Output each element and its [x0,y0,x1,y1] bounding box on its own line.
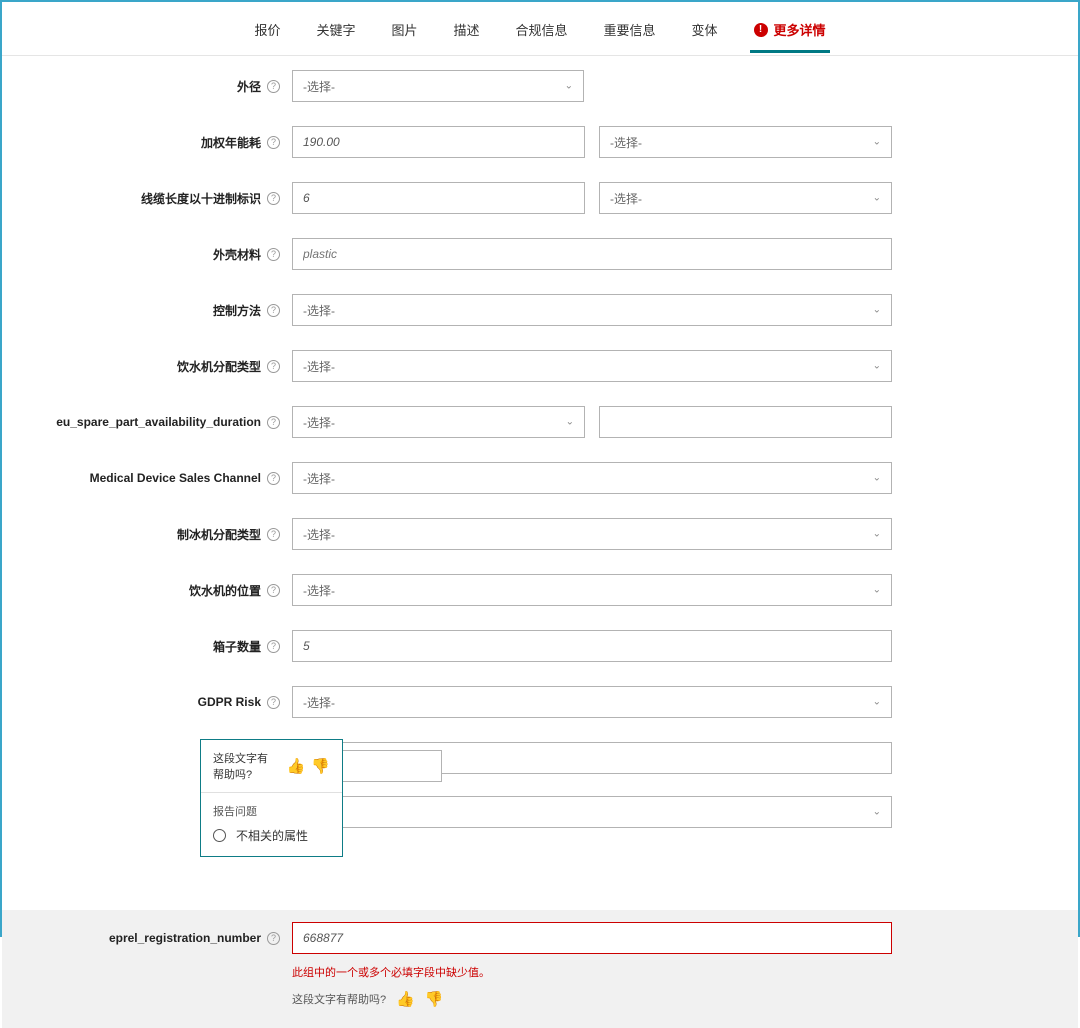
chevron-down-icon: ⌄ [873,585,881,596]
obscured-select[interactable]: ⌄ [292,796,892,828]
cord-length-input[interactable] [292,182,585,214]
tab-bar: 报价 关键字 图片 描述 合规信息 重要信息 变体 ! 更多详情 [2,2,1078,56]
eprel-error-text: 此组中的一个或多个必填字段中缺少值。 [292,964,892,980]
label-shell-material: 外壳材料 [213,246,261,263]
tab-vital[interactable]: 重要信息 [600,4,660,53]
thumbs-down-icon[interactable]: 👎 [425,990,444,1008]
label-ice-dispense-type: 制冰机分配类型 [177,526,261,543]
label-water-position: 饮水机的位置 [189,582,261,599]
weighted-energy-unit-select[interactable]: -选择- ⌄ [599,126,892,158]
water-dispense-type-select[interactable]: -选择- ⌄ [292,350,892,382]
chevron-down-icon: ⌄ [873,361,881,372]
tab-offer[interactable]: 报价 [250,4,284,53]
label-eu-spare: eu_spare_part_availability_duration [56,415,261,429]
tab-label: 更多详情 [774,20,826,39]
popover-helpful-text: 这段文字有帮助吗? [213,750,279,782]
gdpr-select[interactable]: -选择- ⌄ [292,686,892,718]
chevron-down-icon: ⌄ [873,529,881,540]
help-icon[interactable]: ? [267,360,280,373]
label-weighted-energy: 加权年能耗 [201,134,261,151]
radio-icon [213,829,226,842]
helpful-prompt: 这段文字有帮助吗? 👍 👎 [292,990,892,1008]
help-icon[interactable]: ? [267,528,280,541]
ice-dispense-type-select[interactable]: -选择- ⌄ [292,518,892,550]
label-eprel: eprel_registration_number [109,931,261,945]
eu-spare-input[interactable] [599,406,892,438]
shell-material-input[interactable] [292,238,892,270]
help-icon[interactable]: ? [267,136,280,149]
tab-description[interactable]: 描述 [449,4,483,53]
tab-variants[interactable]: 变体 [688,4,722,53]
outer-diameter-select[interactable]: -选择- ⌄ [292,70,584,102]
help-icon[interactable]: ? [267,640,280,653]
help-icon[interactable]: ? [267,416,280,429]
popover-report-title: 报告问题 [213,803,330,819]
medical-channel-select[interactable]: -选择- ⌄ [292,462,892,494]
chevron-down-icon: ⌄ [873,807,881,818]
label-gdpr: GDPR Risk [198,695,261,709]
tab-compliance[interactable]: 合规信息 [512,4,572,53]
label-water-dispense-type: 饮水机分配类型 [177,358,261,375]
chevron-down-icon: ⌄ [565,81,573,92]
help-icon[interactable]: ? [267,192,280,205]
feedback-popover: 这段文字有帮助吗? 👍 👎 报告问题 不相关的属性 [200,739,343,857]
label-box-count: 箱子数量 [213,638,261,655]
chevron-down-icon: ⌄ [873,697,881,708]
alert-icon: ! [754,23,768,37]
eu-spare-select[interactable]: -选择- ⌄ [292,406,585,438]
chevron-down-icon: ⌄ [873,305,881,316]
irrelevant-attr-radio[interactable]: 不相关的属性 [213,827,330,844]
help-icon[interactable]: ? [267,80,280,93]
label-medical-channel: Medical Device Sales Channel [90,471,261,485]
chevron-down-icon: ⌄ [873,137,881,148]
chevron-down-icon: ⌄ [873,193,881,204]
help-icon[interactable]: ? [267,248,280,261]
weighted-energy-input[interactable] [292,126,585,158]
help-icon[interactable]: ? [267,696,280,709]
help-icon[interactable]: ? [267,472,280,485]
help-icon[interactable]: ? [267,304,280,317]
cord-length-unit-select[interactable]: -选择- ⌄ [599,182,892,214]
help-icon[interactable]: ? [267,932,280,945]
thumbs-up-icon[interactable]: 👍 [287,757,306,775]
chevron-down-icon: ⌄ [566,417,574,428]
thumbs-up-icon[interactable]: 👍 [396,990,415,1008]
thumbs-down-icon[interactable]: 👎 [311,757,330,775]
water-position-select[interactable]: -选择- ⌄ [292,574,892,606]
box-count-input[interactable] [292,630,892,662]
form-area: 外径 ? -选择- ⌄ 加权年能耗 ? -选择- ⌄ [2,56,1078,1028]
label-cord-length: 线缆长度以十进制标识 [141,190,261,207]
eprel-input[interactable] [292,922,892,954]
help-icon[interactable]: ? [267,584,280,597]
tab-keywords[interactable]: 关键字 [312,4,359,53]
control-method-select[interactable]: -选择- ⌄ [292,294,892,326]
chevron-down-icon: ⌄ [873,473,881,484]
label-control-method: 控制方法 [213,302,261,319]
tab-more-details[interactable]: ! 更多详情 [750,4,830,53]
tab-images[interactable]: 图片 [387,4,421,53]
label-outer-diameter: 外径 [237,78,261,95]
